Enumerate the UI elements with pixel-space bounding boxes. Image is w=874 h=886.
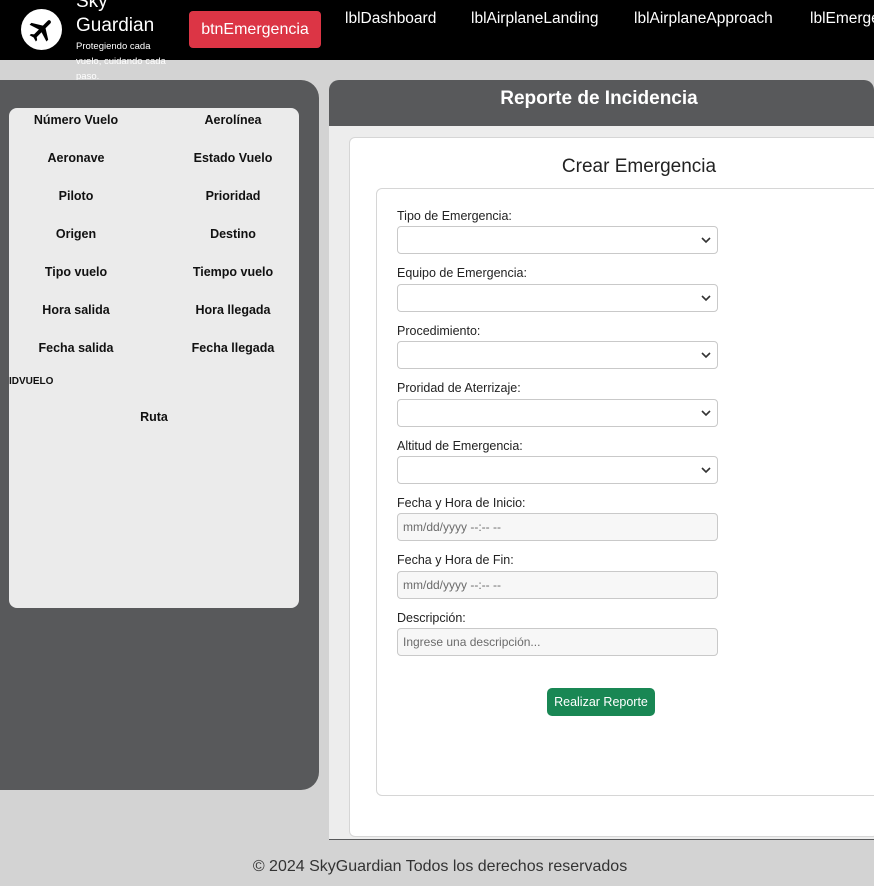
- label-arrival-date: Fecha llegada: [191, 341, 275, 355]
- landing-priority-label: Proridad de Aterrizaje:: [397, 381, 521, 395]
- report-title: Reporte de Incidencia: [500, 88, 698, 109]
- landing-priority-select[interactable]: [397, 399, 718, 427]
- top-navbar: Sky Guardian Protegiendo cada vuelo, cui…: [0, 0, 874, 82]
- emergency-team-label: Equipo de Emergencia:: [397, 266, 527, 280]
- form-title: Crear Emergencia: [561, 156, 717, 177]
- nav-emergency[interactable]: lblEmergency: [810, 10, 874, 28]
- label-airline: Aerolínea: [204, 113, 262, 127]
- label-flight-type: Tipo vuelo: [44, 265, 108, 279]
- procedure-label: Procedimiento:: [397, 324, 481, 338]
- description-label: Descripción:: [397, 611, 466, 625]
- label-origin: Origen: [55, 227, 97, 241]
- airplane-icon: [29, 19, 51, 41]
- submit-report-button[interactable]: Realizar Reporte: [547, 688, 655, 716]
- chevron-down-icon: [701, 352, 711, 359]
- label-flight-id: IDVUELO: [9, 376, 54, 387]
- chevron-down-icon: [701, 295, 711, 302]
- flight-info-card: Número Vuelo Aerolínea Aeronave Estado V…: [9, 108, 299, 608]
- label-aircraft: Aeronave: [47, 151, 105, 165]
- label-priority: Prioridad: [205, 189, 261, 203]
- chevron-down-icon: [701, 237, 711, 244]
- description-input[interactable]: Ingrese una descripción...: [397, 628, 718, 656]
- emergency-type-select[interactable]: [397, 226, 718, 254]
- label-pilot: Piloto: [58, 189, 94, 203]
- label-flight-time: Tiempo vuelo: [192, 265, 274, 279]
- emergency-altitude-select[interactable]: [397, 456, 718, 484]
- emergency-type-label: Tipo de Emergencia:: [397, 209, 512, 223]
- emergency-button[interactable]: btnEmergencia: [189, 11, 321, 48]
- label-destination: Destino: [210, 227, 256, 241]
- emergency-altitude-label: Altitud de Emergencia:: [397, 439, 523, 453]
- start-datetime-label: Fecha y Hora de Inicio:: [397, 496, 526, 510]
- footer-copyright: © 2024 SkyGuardian Todos los derechos re…: [252, 858, 628, 875]
- nav-dashboard[interactable]: lblDashboard: [345, 10, 436, 28]
- chevron-down-icon: [701, 410, 711, 417]
- end-datetime-input[interactable]: mm/dd/yyyy --:-- --: [397, 571, 718, 599]
- chevron-down-icon: [701, 467, 711, 474]
- start-datetime-input[interactable]: mm/dd/yyyy --:-- --: [397, 513, 718, 541]
- nav-airplane-approach[interactable]: lblAirplaneApproach: [634, 10, 773, 28]
- nav-airplane-landing[interactable]: lblAirplaneLanding: [471, 10, 599, 28]
- label-departure-time: Hora salida: [42, 303, 110, 317]
- end-datetime-label: Fecha y Hora de Fin:: [397, 553, 514, 567]
- brand-name: Sky Guardian: [76, 0, 155, 36]
- emergency-team-select[interactable]: [397, 284, 718, 312]
- label-route: Ruta: [140, 410, 168, 424]
- label-flight-status: Estado Vuelo: [193, 151, 273, 165]
- label-arrival-time: Hora llegada: [195, 303, 271, 317]
- label-departure-date: Fecha salida: [38, 341, 114, 355]
- procedure-select[interactable]: [397, 341, 718, 369]
- logo[interactable]: [21, 9, 62, 50]
- label-flight-number: Número Vuelo: [33, 113, 119, 127]
- brand-tagline: Protegiendo cada vuelo, cuidando cada pa…: [76, 41, 166, 82]
